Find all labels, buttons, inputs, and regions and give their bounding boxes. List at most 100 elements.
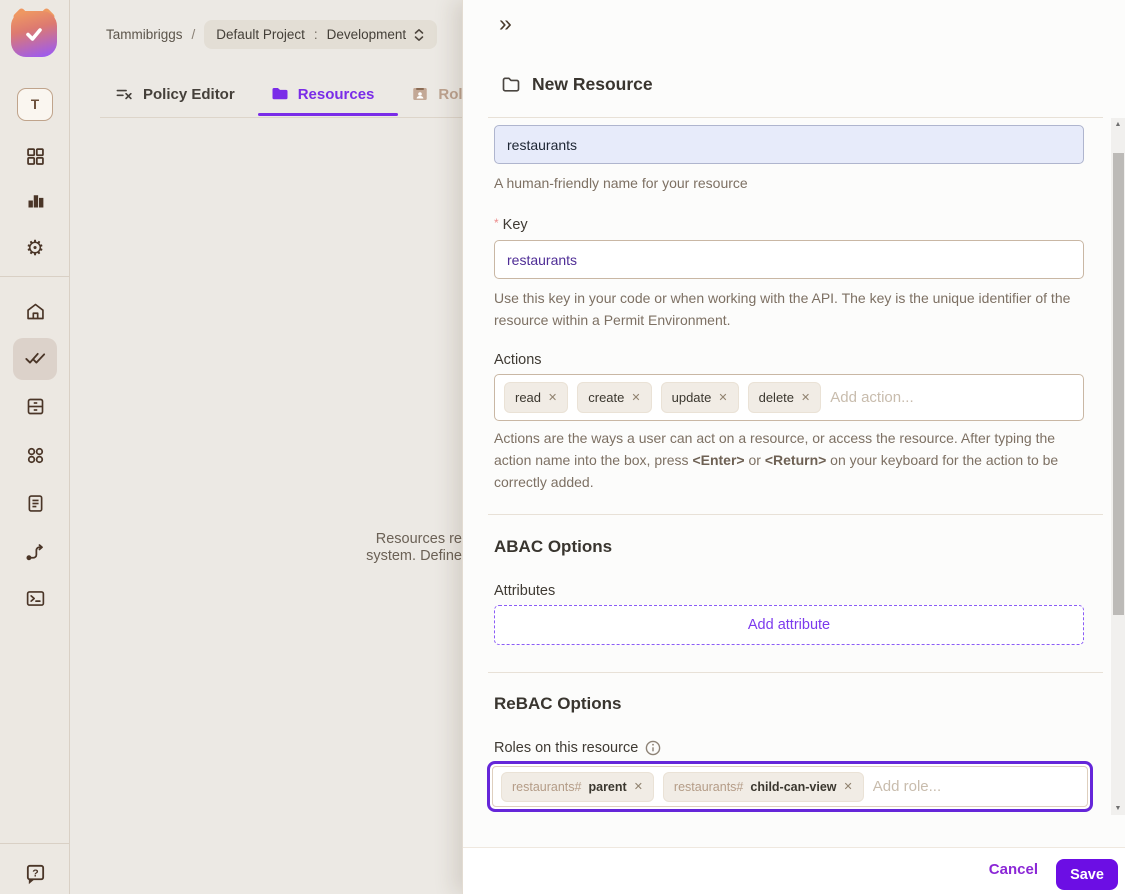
add-attribute-label: Add attribute	[747, 617, 831, 633]
sidebar-item-home[interactable]	[14, 291, 56, 331]
tab-bar: Policy Editor Resources Rol	[115, 78, 463, 110]
logo-check-icon	[11, 11, 57, 57]
roles-label: Roles on this resource	[494, 740, 639, 756]
action-tag-label: delete	[758, 390, 795, 405]
section-divider	[488, 514, 1103, 515]
sidebar-divider	[0, 276, 70, 277]
scrollbar-thumb[interactable]	[1112, 153, 1124, 615]
roles-tag-input[interactable]: restaurants# parent ✕ restaurants# child-ca…	[492, 766, 1088, 807]
breadcrumb: Tammibriggs / Default Project : Developm…	[106, 20, 438, 49]
grid-icon	[25, 146, 46, 167]
flow-arrow-icon	[25, 542, 46, 563]
actions-helper-text: Actions are the ways a user can act on a…	[494, 427, 1088, 493]
sidebar-item-data[interactable]	[14, 386, 56, 426]
resource-name-input[interactable]	[494, 125, 1084, 164]
terminal-icon	[25, 588, 46, 609]
key-label-text: Key	[502, 217, 528, 233]
archive-icon	[25, 396, 46, 417]
id-badge-icon	[411, 85, 429, 103]
circles-icon	[25, 445, 46, 466]
remove-tag-icon[interactable]: ✕	[548, 391, 557, 404]
action-tag: update ✕	[660, 382, 739, 413]
workspace-avatar[interactable]: T	[17, 88, 53, 121]
drawer-footer: Cancel Save	[463, 847, 1125, 894]
breadcrumb-separator: /	[191, 27, 196, 42]
tab-roles[interactable]: Rol	[411, 85, 463, 103]
policy-editor-icon	[115, 85, 134, 104]
remove-tag-icon[interactable]: ✕	[844, 780, 853, 793]
sidebar-divider	[0, 843, 70, 844]
sidebar-item-settings[interactable]: ⚙	[14, 228, 56, 268]
sidebar-item-apps[interactable]	[14, 435, 56, 475]
action-tag: delete ✕	[747, 382, 822, 413]
collapse-drawer-button[interactable]: »	[499, 12, 512, 35]
remove-tag-icon[interactable]: ✕	[718, 391, 727, 404]
sidebar-item-logs[interactable]	[14, 483, 56, 523]
action-tag-label: read	[515, 390, 542, 405]
help-button[interactable]: ?	[14, 853, 56, 893]
abac-options-heading: ABAC Options	[494, 537, 613, 556]
tab-policy-editor[interactable]: Policy Editor	[115, 85, 235, 104]
action-tag: read ✕	[504, 382, 569, 413]
double-check-icon	[24, 347, 46, 369]
sidebar-item-connections[interactable]	[14, 532, 56, 572]
new-resource-drawer: » New Resource A human-friendly name for…	[462, 0, 1125, 894]
scroll-down-icon[interactable]: ▼	[1111, 805, 1125, 812]
actions-tag-input[interactable]: read ✕ create ✕ update ✕ delete ✕	[494, 374, 1084, 421]
bar-chart-icon	[25, 190, 46, 211]
attributes-label: Attributes	[494, 583, 556, 599]
info-icon[interactable]	[645, 740, 661, 756]
breadcrumb-colon: :	[313, 27, 318, 42]
add-action-input[interactable]	[830, 389, 1074, 406]
key-helper-text: Use this key in your code or when workin…	[494, 290, 1071, 328]
folder-outline-icon	[501, 75, 521, 95]
roles-label-row: Roles on this resource	[494, 740, 661, 756]
role-name: child-can-view	[750, 779, 837, 794]
action-tag-label: create	[588, 390, 625, 405]
add-role-input[interactable]	[872, 778, 1079, 795]
drawer-title-text: New Resource	[532, 74, 653, 94]
name-helper-text: A human-friendly name for your resource	[494, 175, 748, 191]
header-divider	[488, 117, 1103, 118]
sidebar-item-terminal[interactable]	[14, 578, 56, 618]
sidebar-item-analytics[interactable]	[14, 180, 56, 220]
permit-logo[interactable]	[11, 7, 57, 57]
helper-text-part: or	[744, 452, 765, 468]
role-tag: restaurants# child-can-view ✕	[662, 771, 864, 802]
add-attribute-button[interactable]: Add attribute	[494, 605, 1084, 645]
sidebar: T ⚙ ?	[0, 0, 70, 894]
gear-icon: ⚙	[25, 236, 45, 260]
save-button[interactable]: Save	[1056, 859, 1118, 890]
rebac-options-heading: ReBAC Options	[494, 694, 622, 713]
role-tag: restaurants# parent ✕	[501, 771, 654, 802]
role-name: parent	[588, 779, 627, 794]
sidebar-item-dashboard[interactable]	[14, 136, 56, 176]
project-name: Default Project	[216, 27, 305, 42]
empty-state-line: Resources re	[375, 531, 462, 547]
role-resource-prefix: restaurants#	[673, 779, 744, 794]
breadcrumb-workspace[interactable]: Tammibriggs	[106, 27, 183, 42]
tab-resources[interactable]: Resources	[271, 85, 374, 103]
project-environment-selector[interactable]: Default Project : Development	[204, 20, 438, 49]
home-icon	[25, 301, 46, 322]
active-tab-underline	[258, 113, 398, 116]
sidebar-item-policy[interactable]	[14, 338, 56, 378]
role-resource-prefix: restaurants#	[512, 779, 582, 794]
drawer-title: New Resource	[501, 74, 653, 95]
scroll-up-icon[interactable]: ▲	[1111, 121, 1125, 128]
required-asterisk: *	[494, 216, 499, 230]
empty-state-line: system. Define	[366, 548, 462, 564]
resource-key-input[interactable]	[494, 240, 1084, 279]
action-tag-label: update	[671, 390, 712, 405]
drawer-scrollbar[interactable]: ▲ ▼	[1111, 118, 1125, 815]
cancel-button[interactable]: Cancel	[989, 861, 1038, 878]
section-divider	[488, 672, 1103, 673]
remove-tag-icon[interactable]: ✕	[631, 391, 640, 404]
remove-tag-icon[interactable]: ✕	[801, 391, 810, 404]
document-icon	[25, 493, 46, 514]
folder-icon	[271, 85, 289, 103]
remove-tag-icon[interactable]: ✕	[634, 780, 643, 793]
chevron-double-right-icon: »	[499, 10, 512, 36]
avatar-letter: T	[30, 97, 40, 112]
enter-key-hint: <Enter>	[692, 452, 745, 468]
